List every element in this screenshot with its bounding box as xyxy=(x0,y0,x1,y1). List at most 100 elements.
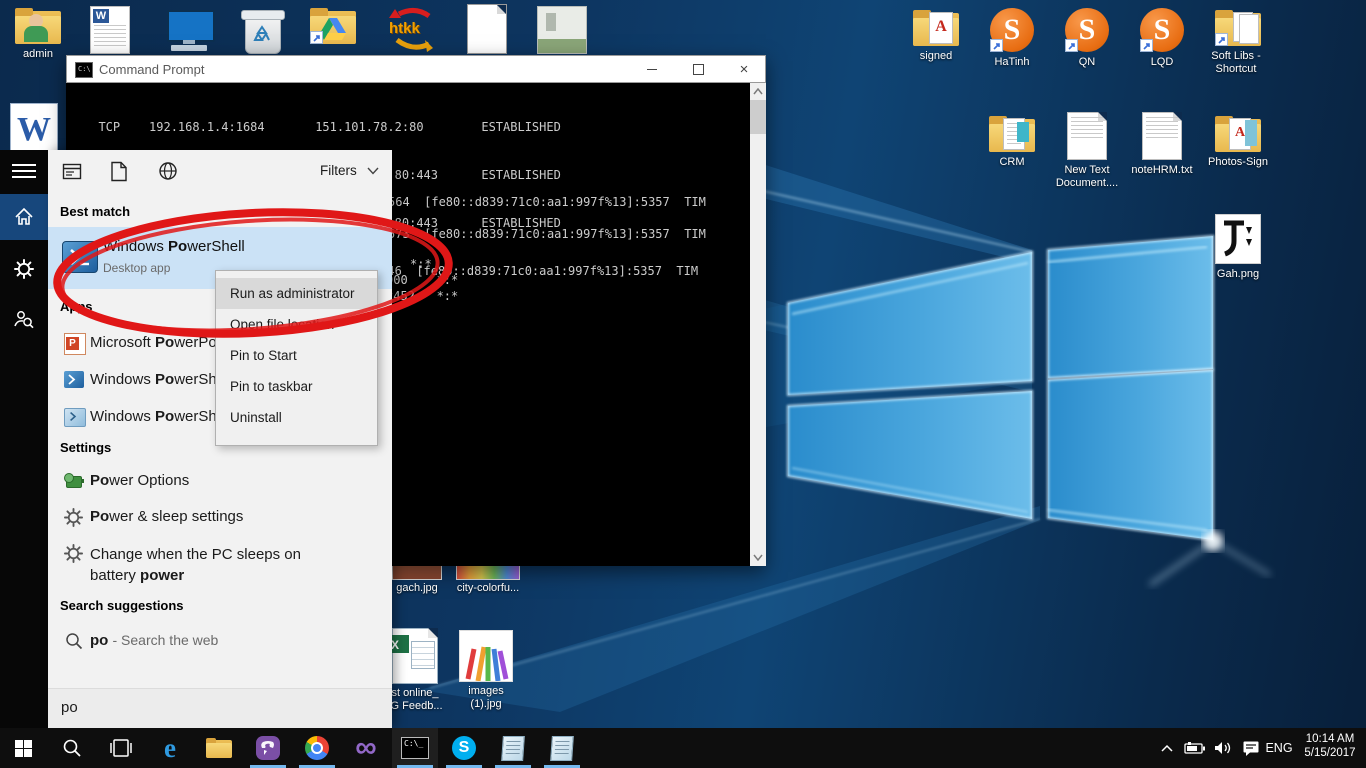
gear-icon xyxy=(14,259,34,279)
taskbar-chrome-button[interactable] xyxy=(294,728,340,768)
desktop-icon-new-text-document[interactable]: New Text Document.... xyxy=(1050,112,1124,190)
tray-clock[interactable]: 10:14 AM 5/15/2017 xyxy=(1298,728,1362,768)
close-button[interactable]: × xyxy=(721,56,767,83)
language-indicator: ENG xyxy=(1265,741,1292,755)
search-input-value: po xyxy=(61,699,78,716)
desktop-icon-word-w[interactable]: W xyxy=(10,103,58,153)
tray-show-hidden-icons[interactable] xyxy=(1152,728,1182,768)
desktop-icon-images-1[interactable]: images (1).jpg xyxy=(456,630,516,711)
cmd-scrollbar[interactable] xyxy=(750,83,766,566)
desktop-icon-label: CRM xyxy=(980,156,1044,169)
computer-icon xyxy=(163,10,215,52)
taskbar-viber-button[interactable] xyxy=(245,728,291,768)
taskbar-command-prompt-button[interactable]: C:\_ xyxy=(392,728,438,768)
start-search-input[interactable]: po xyxy=(48,688,392,729)
powershell-icon xyxy=(64,371,84,388)
scroll-up-icon[interactable] xyxy=(753,88,763,95)
context-menu-item-pin-to-start[interactable]: Pin to Start xyxy=(216,340,377,371)
maximize-button[interactable] xyxy=(675,56,721,83)
task-view-icon xyxy=(110,739,132,757)
desktop-icon-gah-png[interactable]: Gah.png xyxy=(1210,214,1266,281)
context-menu-item-run-as-administrator[interactable]: Run as administrator xyxy=(216,278,377,309)
tray-battery[interactable] xyxy=(1180,728,1210,768)
action-center-icon xyxy=(1242,740,1260,757)
desktop-icon-label: images (1).jpg xyxy=(456,685,516,711)
cmd-title-bar[interactable]: C:\ Command Prompt × xyxy=(66,55,766,83)
taskbar-skype-button[interactable]: S xyxy=(441,728,487,768)
notepad-icon xyxy=(550,736,574,761)
people-search-icon xyxy=(13,309,35,331)
filter-documents-button[interactable] xyxy=(110,161,128,187)
search-icon xyxy=(65,632,83,650)
desktop-icon-recycle-bin[interactable] xyxy=(237,6,287,54)
start-button[interactable] xyxy=(0,728,46,768)
clock-date: 5/15/2017 xyxy=(1298,747,1362,759)
word-file-icon: W xyxy=(90,6,130,54)
desktop-icon-label: HaTinh xyxy=(980,56,1044,69)
best-match-subtitle: Desktop app xyxy=(103,261,170,275)
desktop-icon-word-document[interactable]: W xyxy=(90,6,130,54)
desktop-icon-lqd[interactable]: S LQD xyxy=(1130,8,1194,69)
viber-icon xyxy=(256,736,280,760)
desktop-icon-htkk[interactable]: htkk xyxy=(385,6,441,54)
context-menu-item-open-file-location[interactable]: Open file location xyxy=(216,309,377,340)
desktop-icon-soft-libs[interactable]: Soft Libs - Shortcut xyxy=(1203,10,1273,76)
desktop-icon-admin[interactable]: admin xyxy=(10,8,66,61)
desktop-icon-google-drive[interactable] xyxy=(310,8,356,44)
powerpoint-icon: P xyxy=(64,333,86,355)
rail-people-search-button[interactable] xyxy=(0,300,48,340)
desktop-icon-notehrm[interactable]: noteHRM.txt xyxy=(1126,112,1198,177)
menu-hamburger-button[interactable] xyxy=(12,162,36,180)
desktop-icon-signed[interactable]: A signed xyxy=(905,10,967,63)
console-line-fragment: 2452 *:* xyxy=(386,288,458,304)
tray-language[interactable]: ENG xyxy=(1262,728,1296,768)
console-line-fragment: *:* xyxy=(410,256,432,272)
desktop-icon-excel-feedback[interactable]: X st online_ IG Feedb... xyxy=(384,628,446,713)
document-filter-icon xyxy=(110,161,128,182)
cmd-app-icon: C:\ xyxy=(75,62,93,78)
desktop-icon-this-pc[interactable] xyxy=(163,10,215,52)
battery-charging-icon xyxy=(1184,741,1206,755)
filter-apps-button[interactable] xyxy=(62,162,82,187)
notepad-icon xyxy=(501,736,525,761)
taskbar-edge-button[interactable]: e xyxy=(147,728,193,768)
settings-item-pc-sleep-battery[interactable]: Change when the PC sleeps on battery pow… xyxy=(48,536,392,588)
scroll-down-icon[interactable] xyxy=(753,554,763,561)
taskbar-file-explorer-button[interactable] xyxy=(196,728,242,768)
desktop-icon-photos-sign[interactable]: A Photos-Sign xyxy=(1203,116,1273,169)
filters-dropdown[interactable]: Filters xyxy=(320,163,379,178)
powershell-ise-icon xyxy=(64,408,86,427)
windows-logo-icon xyxy=(15,740,32,757)
settings-item-power-sleep[interactable]: Power & sleep settings xyxy=(48,500,392,536)
desktop-icon-label: Soft Libs - Shortcut xyxy=(1203,50,1269,76)
rail-home-button[interactable] xyxy=(0,194,48,240)
suggestion-item-po[interactable]: po - Search the web xyxy=(48,624,392,658)
scrollbar-thumb[interactable] xyxy=(750,100,766,134)
settings-item-power-options[interactable]: Power Options xyxy=(48,464,392,500)
command-prompt-icon: C:\_ xyxy=(401,737,429,759)
tray-volume[interactable] xyxy=(1208,728,1238,768)
desktop-icon-crm[interactable]: CRM xyxy=(980,116,1044,169)
desktop-icon-hatinh[interactable]: S HaTinh xyxy=(980,8,1044,69)
photo-thumbnail-icon xyxy=(537,6,587,54)
desktop-icon-document[interactable] xyxy=(467,4,507,54)
taskbar-notepad-button[interactable] xyxy=(490,728,536,768)
taskbar-notepad-button[interactable] xyxy=(539,728,585,768)
apps-filter-icon xyxy=(62,162,82,182)
taskbar-search-button[interactable] xyxy=(49,728,95,768)
filter-web-button[interactable] xyxy=(158,161,178,186)
visual-studio-icon: ∞ xyxy=(355,736,376,760)
desktop-icon-photo[interactable] xyxy=(537,6,587,54)
rail-settings-button[interactable] xyxy=(0,250,48,290)
desktop-icon-qn[interactable]: S QN xyxy=(1055,8,1119,69)
folder-shortcut-icon xyxy=(1215,10,1261,46)
recycle-bin-icon xyxy=(237,6,287,54)
chevron-down-icon xyxy=(367,167,379,175)
taskbar-visual-studio-button[interactable]: ∞ xyxy=(343,728,389,768)
admin-folder-icon xyxy=(15,8,61,44)
minimize-button[interactable] xyxy=(629,56,675,83)
desktop-icon-label: LQD xyxy=(1130,56,1194,69)
context-menu-item-uninstall[interactable]: Uninstall xyxy=(216,402,377,433)
context-menu-item-pin-to-taskbar[interactable]: Pin to taskbar xyxy=(216,371,377,402)
task-view-button[interactable] xyxy=(98,728,144,768)
